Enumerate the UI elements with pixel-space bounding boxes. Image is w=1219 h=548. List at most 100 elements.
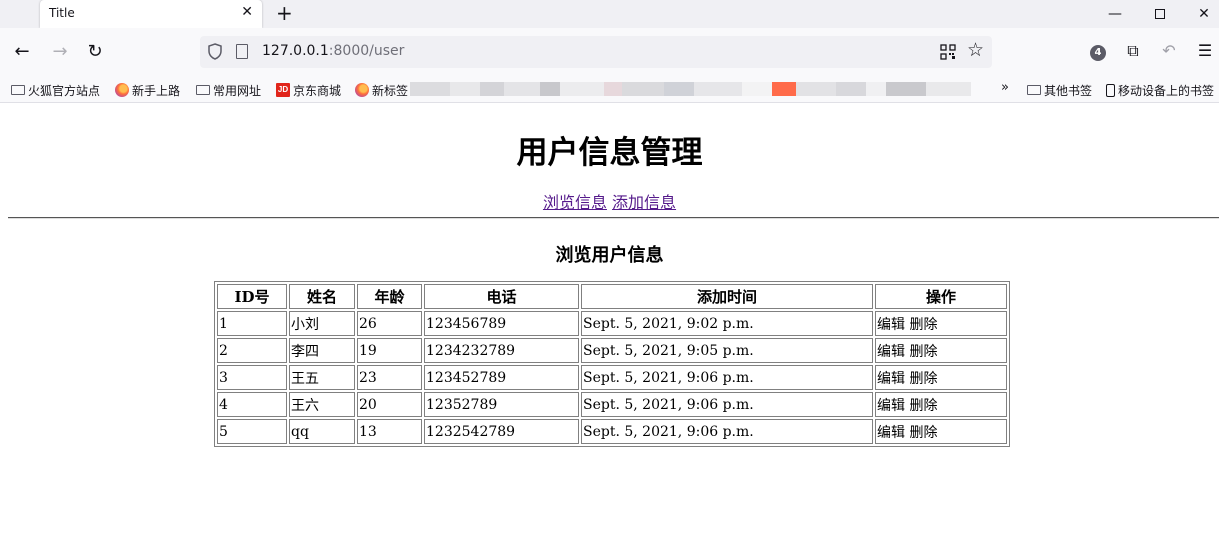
table-row: 1 小刘 26 123456789 Sept. 5, 2021, 9:02 p.… (217, 311, 1007, 336)
page-content: 用户信息管理 浏览信息 添加信息 浏览用户信息 ID号 姓名 年龄 电话 添加时… (0, 103, 1219, 548)
cell-age: 20 (357, 392, 422, 417)
page-info-icon[interactable] (236, 44, 248, 59)
column-header-added-time: 添加时间 (581, 284, 873, 309)
edit-link[interactable]: 编辑 (877, 398, 905, 414)
cell-phone: 12352789 (424, 392, 579, 417)
user-table: ID号 姓名 年龄 电话 添加时间 操作 1 小刘 26 123456789 S… (214, 281, 1010, 447)
table-row: 2 李四 19 1234232789 Sept. 5, 2021, 9:05 p… (217, 338, 1007, 363)
jd-icon: JD (276, 83, 290, 97)
delete-link[interactable]: 删除 (909, 344, 937, 360)
cell-phone: 123456789 (424, 311, 579, 336)
bookmark-item[interactable]: 其他书签 (1027, 81, 1092, 99)
cell-actions: 编辑 删除 (875, 365, 1007, 390)
bookmark-item[interactable]: 火狐官方站点 (11, 81, 100, 99)
cell-added-time: Sept. 5, 2021, 9:06 p.m. (581, 392, 873, 417)
bookmarks-overflow-icon[interactable]: » (1001, 80, 1009, 95)
shield-icon[interactable] (208, 43, 222, 60)
cell-id: 2 (217, 338, 287, 363)
page-title: 用户信息管理 (516, 135, 703, 171)
delete-link[interactable]: 删除 (909, 425, 937, 441)
nav-links: 浏览信息 添加信息 (0, 189, 1219, 213)
bookmark-star-icon[interactable]: ☆ (967, 39, 984, 61)
edit-link[interactable]: 编辑 (877, 371, 905, 387)
cell-name: 王六 (289, 392, 355, 417)
cell-added-time: Sept. 5, 2021, 9:02 p.m. (581, 311, 873, 336)
horizontal-rule (8, 217, 1219, 219)
cell-phone: 123452789 (424, 365, 579, 390)
cell-age: 26 (357, 311, 422, 336)
cell-phone: 1232542789 (424, 419, 579, 444)
delete-link[interactable]: 删除 (909, 371, 937, 387)
table-row: 5 qq 13 1232542789 Sept. 5, 2021, 9:06 p… (217, 419, 1007, 444)
firefox-icon (355, 83, 369, 97)
bookmarks-toolbar: 火狐官方站点 新手上路 常用网址 JD 京东商城 新标签 » 其他书签 移动设备… (0, 76, 1219, 103)
cell-name: qq (289, 419, 355, 444)
cell-age: 13 (357, 419, 422, 444)
user-table-wrapper: ID号 姓名 年龄 电话 添加时间 操作 1 小刘 26 123456789 S… (214, 281, 1010, 447)
cell-actions: 编辑 删除 (875, 392, 1007, 417)
edit-link[interactable]: 编辑 (877, 344, 905, 360)
extension-badge-icon[interactable]: 4 (1087, 40, 1109, 62)
cell-name: 王五 (289, 365, 355, 390)
folder-icon (1027, 85, 1041, 95)
column-header-name: 姓名 (289, 284, 355, 309)
column-header-actions: 操作 (875, 284, 1007, 309)
add-info-link[interactable]: 添加信息 (612, 193, 676, 212)
table-row: 3 王五 23 123452789 Sept. 5, 2021, 9:06 p.… (217, 365, 1007, 390)
bookmark-item[interactable]: 移动设备上的书签 (1106, 81, 1214, 99)
table-row: 4 王六 20 12352789 Sept. 5, 2021, 9:06 p.m… (217, 392, 1007, 417)
cell-age: 23 (357, 365, 422, 390)
column-header-phone: 电话 (424, 284, 579, 309)
cell-added-time: Sept. 5, 2021, 9:06 p.m. (581, 419, 873, 444)
section-title: 浏览用户信息 (555, 245, 664, 266)
url-text[interactable]: 127.0.0.1:8000/user (262, 43, 404, 59)
undo-icon[interactable]: ↶ (1158, 40, 1180, 62)
cell-actions: 编辑 删除 (875, 338, 1007, 363)
bookmark-item[interactable]: 新手上路 (115, 81, 180, 99)
cell-id: 3 (217, 365, 287, 390)
edit-link[interactable]: 编辑 (877, 425, 905, 441)
cell-actions: 编辑 删除 (875, 419, 1007, 444)
bookmark-item[interactable]: 新标签 (355, 81, 408, 99)
browse-info-link[interactable]: 浏览信息 (543, 193, 607, 212)
cell-id: 1 (217, 311, 287, 336)
bookmark-item[interactable]: JD 京东商城 (276, 81, 341, 99)
qr-code-icon[interactable] (940, 44, 956, 60)
column-header-id: ID号 (217, 284, 287, 309)
forward-arrow-icon[interactable]: → (48, 40, 72, 64)
tab-close-icon[interactable]: ✕ (241, 4, 253, 20)
cell-added-time: Sept. 5, 2021, 9:05 p.m. (581, 338, 873, 363)
new-tab-icon[interactable]: + (276, 1, 293, 25)
column-header-age: 年龄 (357, 284, 422, 309)
maximize-icon[interactable] (1138, 0, 1182, 28)
mobile-icon (1106, 83, 1115, 97)
hamburger-menu-icon[interactable]: ☰ (1194, 40, 1216, 62)
screenshot-crop-icon[interactable]: ⧉ (1122, 40, 1144, 62)
firefox-icon (115, 83, 129, 97)
tab-strip: Title ✕ + — ✕ (0, 0, 1219, 28)
bookmark-item[interactable]: 常用网址 (196, 81, 261, 99)
minimize-icon[interactable]: — (1093, 0, 1137, 28)
table-header-row: ID号 姓名 年龄 电话 添加时间 操作 (217, 284, 1007, 309)
cell-actions: 编辑 删除 (875, 311, 1007, 336)
cell-phone: 1234232789 (424, 338, 579, 363)
window-close-icon[interactable]: ✕ (1182, 0, 1219, 28)
folder-icon (196, 85, 210, 95)
edit-link[interactable]: 编辑 (877, 317, 905, 333)
cell-id: 5 (217, 419, 287, 444)
navigation-toolbar: ← → ↻ 127.0.0.1:8000/user ☆ 4 ⧉ ↶ ☰ (0, 28, 1219, 76)
cell-age: 19 (357, 338, 422, 363)
redacted-bookmarks (410, 82, 971, 96)
cell-name: 李四 (289, 338, 355, 363)
cell-id: 4 (217, 392, 287, 417)
delete-link[interactable]: 删除 (909, 317, 937, 333)
reload-icon[interactable]: ↻ (83, 40, 107, 64)
folder-icon (11, 85, 25, 95)
back-arrow-icon[interactable]: ← (10, 40, 34, 64)
tab-active[interactable]: Title ✕ (40, 0, 262, 28)
address-bar[interactable]: 127.0.0.1:8000/user ☆ (200, 36, 992, 68)
cell-name: 小刘 (289, 311, 355, 336)
tab-title: Title (49, 6, 75, 20)
cell-added-time: Sept. 5, 2021, 9:06 p.m. (581, 365, 873, 390)
delete-link[interactable]: 删除 (909, 398, 937, 414)
